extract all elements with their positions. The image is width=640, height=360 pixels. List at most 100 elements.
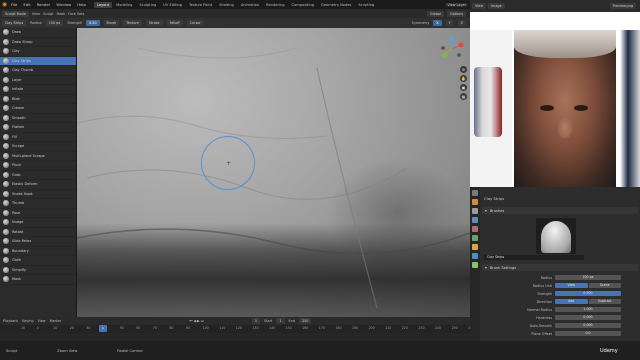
- tab-layout[interactable]: Layout: [93, 1, 113, 8]
- brush-item[interactable]: Mask: [0, 275, 76, 285]
- cursor-dropdown[interactable]: Cursor: [186, 20, 204, 26]
- radius-prop-field[interactable]: 100 px: [555, 275, 621, 280]
- brush-item[interactable]: Pinch: [0, 161, 76, 171]
- current-frame-field[interactable]: 1: [251, 318, 261, 324]
- tab-texture-paint[interactable]: Texture Paint: [186, 2, 215, 8]
- menu-render[interactable]: Render: [35, 2, 53, 7]
- brush-dropdown[interactable]: Brush: [103, 20, 120, 26]
- symmetry-y-toggle[interactable]: Y: [445, 20, 454, 26]
- direction-subtract[interactable]: Subtract: [588, 299, 621, 304]
- brush-item[interactable]: Slide Relax: [0, 237, 76, 247]
- start-frame-field[interactable]: 1: [276, 318, 285, 324]
- mask-menu[interactable]: Mask: [57, 12, 66, 16]
- symmetry-z-toggle[interactable]: Z: [457, 20, 466, 26]
- 3d-viewport[interactable]: + ⊕ ✋ ▣ ▦: [77, 28, 470, 317]
- options-dropdown[interactable]: Options: [446, 10, 466, 17]
- brush-item[interactable]: Snake Hook: [0, 190, 76, 199]
- timeline-ruler[interactable]: -100102030405060708090100110120130140150…: [0, 325, 474, 333]
- brush-thumbnail[interactable]: [536, 218, 576, 254]
- menu-window[interactable]: Window: [54, 2, 73, 7]
- modifier-tab-icon[interactable]: [472, 253, 478, 259]
- timeline-track[interactable]: [0, 333, 470, 341]
- playback-controls-icon[interactable]: ⏮ ◀ ▶ ⏭: [189, 319, 204, 323]
- brush-item[interactable]: Layer: [0, 76, 76, 85]
- brush-item[interactable]: Smooth: [0, 114, 76, 123]
- view-layer-tab-icon[interactable]: [472, 217, 478, 223]
- world-tab-icon[interactable]: [472, 235, 478, 241]
- menu-help[interactable]: Help: [75, 2, 88, 7]
- object-tab-icon[interactable]: [472, 244, 478, 250]
- brush-item[interactable]: Inflate: [0, 85, 76, 95]
- radius-field[interactable]: 100 px: [45, 20, 64, 26]
- strength-field[interactable]: 0.50: [85, 20, 100, 26]
- render-tab-icon[interactable]: [472, 199, 478, 205]
- brush-item[interactable]: Draw: [0, 28, 76, 38]
- hardness-field[interactable]: 0.000: [555, 315, 621, 320]
- sculpt-menu[interactable]: Sculpt: [43, 12, 54, 16]
- image-menu[interactable]: Image: [488, 3, 505, 9]
- brush-item[interactable]: Draw Sharp: [0, 38, 76, 47]
- mode-selector[interactable]: Sculpt Mode: [2, 10, 29, 17]
- menu-edit[interactable]: Edit: [21, 2, 32, 7]
- brush-item[interactable]: Fill: [0, 133, 76, 142]
- playhead[interactable]: 1: [99, 325, 107, 332]
- perspective-grid-icon[interactable]: ▦: [460, 93, 467, 100]
- brush-item[interactable]: Thumb: [0, 199, 76, 209]
- menu-file[interactable]: File: [9, 2, 19, 7]
- radius-unit-scene[interactable]: Scene: [588, 283, 621, 288]
- auto-smooth-field[interactable]: 0.000: [555, 323, 621, 328]
- brush-item[interactable]: Multi-plane Scrape: [0, 152, 76, 161]
- brush-name-field[interactable]: Clay Strips: [484, 255, 584, 260]
- view-layer-selector[interactable]: View Layer: [445, 2, 468, 7]
- tab-compositing[interactable]: Compositing: [289, 2, 318, 8]
- direction-add[interactable]: Add: [555, 299, 588, 304]
- radius-unit-view[interactable]: View: [555, 283, 588, 288]
- normal-radius-field[interactable]: 1.000: [555, 307, 621, 312]
- brush-settings-section-header[interactable]: ▾ Brush Settings: [482, 264, 638, 271]
- brush-item[interactable]: Simplify: [0, 266, 76, 275]
- pan-hand-icon[interactable]: ✋: [460, 75, 467, 82]
- face-sets-menu[interactable]: Face Sets: [68, 12, 84, 16]
- data-tab-icon[interactable]: [472, 262, 478, 268]
- brush-item[interactable]: Flatten: [0, 123, 76, 133]
- brush-selector[interactable]: Clay Strips: [2, 20, 27, 26]
- brush-item[interactable]: Clay Thumb: [0, 66, 76, 76]
- brush-item[interactable]: Clay: [0, 47, 76, 57]
- brush-item[interactable]: Nudge: [0, 218, 76, 228]
- brush-item[interactable]: Scrape: [0, 142, 76, 152]
- marker-menu[interactable]: Marker: [50, 319, 62, 323]
- falloff-dropdown[interactable]: Falloff: [166, 20, 183, 26]
- image-view-menu[interactable]: View: [472, 3, 487, 9]
- tab-geometry-nodes[interactable]: Geometry Nodes: [318, 2, 354, 8]
- brush-item[interactable]: Rotate: [0, 228, 76, 237]
- strength-prop-field[interactable]: 0.500: [555, 291, 621, 296]
- brush-item[interactable]: Clay Strips: [0, 56, 76, 66]
- tab-rendering[interactable]: Rendering: [263, 2, 287, 8]
- brush-item[interactable]: Boundary: [0, 247, 76, 256]
- plane-offset-field[interactable]: 0.0: [555, 331, 621, 336]
- end-frame-field[interactable]: 250: [298, 318, 312, 324]
- blender-logo-icon[interactable]: ◉: [0, 0, 9, 9]
- tab-uv-editing[interactable]: UV Editing: [160, 2, 185, 8]
- output-tab-icon[interactable]: [472, 208, 478, 214]
- brush-item[interactable]: Blob: [0, 95, 76, 104]
- tool-tab-icon[interactable]: [472, 190, 478, 196]
- reference-images[interactable]: [470, 12, 640, 187]
- tab-modeling[interactable]: Modeling: [113, 2, 135, 8]
- brush-item[interactable]: Elastic Deform: [0, 180, 76, 190]
- playback-menu[interactable]: Playback: [3, 319, 18, 323]
- tab-sculpting[interactable]: Sculpting: [136, 2, 159, 8]
- tab-shading[interactable]: Shading: [216, 2, 237, 8]
- navigation-gizmo[interactable]: [439, 36, 465, 62]
- tab-animation[interactable]: Animation: [238, 2, 262, 8]
- symmetry-x-toggle[interactable]: X: [433, 20, 442, 26]
- brushes-section-header[interactable]: ▾ Brushes: [482, 207, 638, 214]
- brush-item[interactable]: Crease: [0, 104, 76, 114]
- brush-item[interactable]: Grab: [0, 171, 76, 180]
- scene-tab-icon[interactable]: [472, 226, 478, 232]
- stroke-dropdown[interactable]: Stroke: [145, 20, 163, 26]
- keying-menu[interactable]: Keying: [22, 319, 33, 323]
- view-menu[interactable]: View: [32, 12, 40, 16]
- view-menu-timeline[interactable]: View: [38, 319, 46, 323]
- camera-icon[interactable]: ▣: [460, 84, 467, 91]
